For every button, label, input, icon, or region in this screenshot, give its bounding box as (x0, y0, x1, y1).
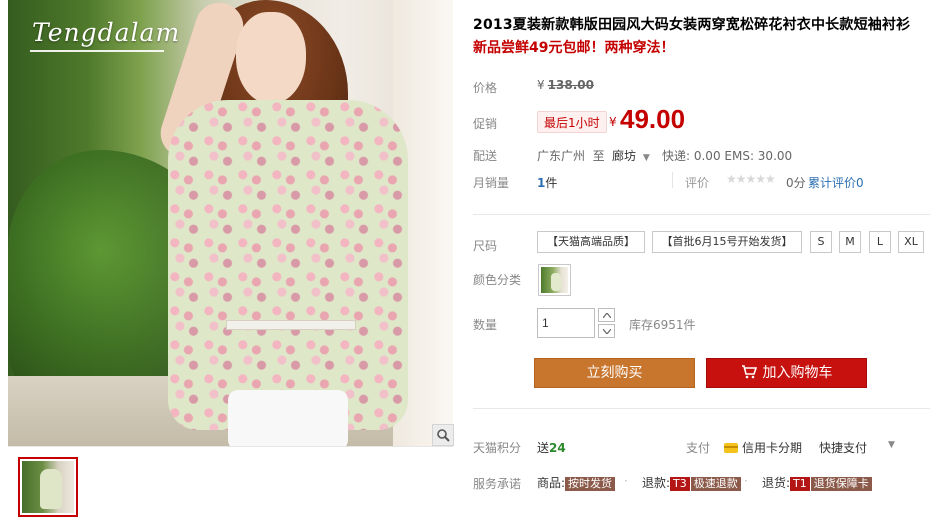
rating-score: 0分 (786, 176, 806, 190)
ship-from: 广东广州 至 (537, 147, 605, 164)
currency-symbol: ¥ (537, 78, 545, 92)
size-option-premium[interactable]: 【天猫高端品质】 (537, 231, 645, 253)
original-price-value: 138.00 (547, 78, 594, 92)
destination-city: 廊坊 (612, 149, 637, 163)
service-prefix: 退款: (642, 476, 671, 490)
color-swatch-image (541, 267, 568, 293)
color-label: 颜色分类 (473, 273, 522, 287)
color-swatch[interactable] (538, 264, 571, 296)
points-number: 24 (549, 441, 566, 455)
chevron-down-icon: ▼ (642, 153, 650, 163)
points-value: 送24 (537, 439, 566, 456)
service-item-return[interactable]: 退货: T1 退货保障卡 (762, 474, 872, 491)
monthly-sales: 1件 (537, 174, 557, 191)
points-label: 天猫积分 (473, 441, 522, 455)
service-tag: T3 (670, 477, 690, 491)
rating-label: 评价 (685, 176, 710, 190)
magnifier-icon[interactable] (432, 424, 454, 446)
promo-badge: 最后1小时 (537, 111, 607, 133)
ship-origin: 广东广州 (537, 149, 586, 163)
thumbnail-1[interactable] (18, 457, 78, 517)
main-product-image[interactable]: Tengdalam (8, 0, 453, 446)
service-prefix: 退货: (762, 476, 791, 490)
original-price: ¥138.00 (537, 78, 594, 92)
service-tag: T1 (790, 477, 810, 491)
add-to-cart-label: 加入购物车 (762, 365, 833, 381)
size-option-s[interactable]: S (810, 231, 832, 253)
payment-label: 支付 (686, 441, 711, 455)
shipping-label: 配送 (473, 149, 498, 163)
monthly-sales-unit: 件 (545, 176, 558, 190)
thumbnail-strip (8, 446, 453, 523)
service-item-refund[interactable]: 退款: T3 极速退款 (642, 474, 741, 491)
service-badge: 退货保障卡 (810, 477, 872, 491)
divider (672, 172, 673, 188)
promo-label: 促销 (473, 117, 498, 131)
chevron-down-icon[interactable]: ▼ (888, 440, 895, 450)
brand-logo-underline (30, 50, 164, 52)
product-subtitle: 新品尝鲜49元包邮！两种穿法！ (473, 40, 675, 56)
brand-logo: Tengdalam (32, 18, 181, 47)
quick-pay-link[interactable]: 快捷支付 (819, 439, 867, 456)
model-face (236, 12, 306, 104)
quantity-label: 数量 (473, 318, 498, 332)
size-option-first-batch[interactable]: 【首批6月15号开始发货】 (652, 231, 802, 253)
service-prefix: 商品: (537, 476, 566, 490)
promo-price: 49.00 (620, 104, 686, 134)
chevron-down-icon[interactable] (598, 324, 615, 338)
belt (226, 320, 356, 330)
price-label: 价格 (473, 81, 498, 95)
review-count-link[interactable]: 累计评价0 (808, 174, 864, 191)
service-label: 服务承诺 (473, 477, 522, 491)
monthly-sales-label: 月销量 (473, 176, 510, 190)
stock-count: 库存6951件 (629, 318, 696, 332)
ship-to-word: 至 (592, 149, 605, 163)
service-item-delivery[interactable]: 商品: 按时发货 (537, 474, 616, 491)
chevron-up-icon[interactable] (598, 308, 615, 322)
size-option-m[interactable]: M (839, 231, 861, 253)
credit-card-icon (724, 443, 738, 453)
size-option-xl[interactable]: XL (898, 231, 924, 253)
star-rating-icon: ★★★★★ (726, 172, 776, 186)
separator-dot: · (744, 474, 748, 488)
shipping-fees: 快递: 0.00 EMS: 30.00 (662, 149, 793, 163)
service-badge: 按时发货 (565, 477, 616, 491)
white-pants (228, 390, 348, 446)
add-to-cart-button[interactable]: 加入购物车 (706, 358, 867, 388)
section-divider (473, 408, 930, 409)
credit-installment-label: 信用卡分期 (742, 441, 803, 455)
credit-installment-link[interactable]: 信用卡分期 (724, 439, 802, 456)
quantity-input[interactable] (537, 308, 595, 338)
size-label: 尺码 (473, 239, 498, 253)
separator-dot: · (624, 474, 628, 488)
destination-selector[interactable]: 廊坊 ▼ (612, 147, 650, 164)
section-divider (473, 214, 930, 215)
points-prefix: 送 (537, 441, 550, 455)
size-option-l[interactable]: L (869, 231, 891, 253)
service-badge: 极速退款 (690, 477, 741, 491)
thumbnail-image (22, 461, 74, 513)
promo-currency: ¥ (609, 115, 617, 129)
model-figure (154, 0, 428, 446)
product-title: 2013夏装新款韩版田园风大码女装两穿宽松碎花衬衣中长款短袖衬衫 (473, 17, 911, 33)
cart-icon (741, 361, 757, 389)
floral-blouse (168, 100, 408, 430)
buy-now-button[interactable]: 立刻购买 (534, 358, 695, 388)
